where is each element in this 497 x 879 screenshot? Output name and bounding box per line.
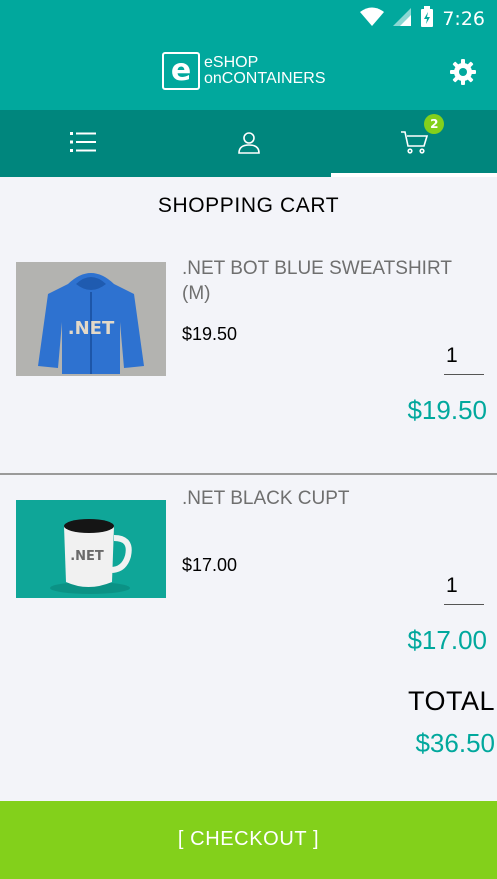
- product-name: .NET BLACK CUPT: [182, 488, 350, 509]
- app-bar: e eSHOP onCONTAINERS: [0, 36, 497, 110]
- item-divider: [0, 473, 497, 475]
- quantity-input[interactable]: 1: [444, 339, 484, 375]
- product-image-cup: .NET: [16, 500, 166, 598]
- quantity-input[interactable]: 1: [444, 569, 484, 605]
- total-label: TOTAL: [407, 686, 495, 716]
- tab-cart[interactable]: 2: [331, 110, 497, 177]
- signal-icon: [392, 7, 412, 31]
- checkout-button[interactable]: [ CHECKOUT ]: [0, 801, 497, 879]
- product-unit-price: $19.50: [182, 324, 238, 344]
- page-title: SHOPPING CART: [157, 194, 340, 217]
- logo-text: eSHOP onCONTAINERS: [204, 55, 326, 87]
- product-unit-price: $17.00: [182, 555, 238, 575]
- cart-icon: [400, 130, 429, 158]
- tab-profile[interactable]: [166, 110, 332, 177]
- settings-button[interactable]: [449, 58, 477, 86]
- wifi-icon: [360, 7, 385, 31]
- gear-icon: [449, 59, 477, 90]
- tab-catalog[interactable]: [0, 110, 166, 177]
- list-icon: [69, 131, 96, 157]
- product-line-total: $19.50: [407, 395, 487, 425]
- product-line-total: $17.00: [407, 625, 487, 655]
- sweatshirt-print: .NET: [68, 318, 115, 339]
- total-value: $36.50: [415, 728, 495, 758]
- checkout-label: [ CHECKOUT ]: [177, 827, 320, 850]
- user-icon: [237, 130, 261, 158]
- logo-line-2: onCONTAINERS: [204, 70, 326, 87]
- cart-count-badge: 2: [424, 114, 445, 134]
- logo-line-1: eSHOP: [204, 54, 259, 71]
- logo-mark: e: [162, 52, 200, 90]
- tab-bar: 2: [0, 110, 497, 177]
- cup-print: .NET: [70, 549, 104, 564]
- product-image-sweatshirt: .NET: [16, 262, 166, 376]
- app-logo: e eSHOP onCONTAINERS: [162, 52, 326, 90]
- status-time: 7:26: [442, 8, 485, 30]
- status-icons: 7:26: [360, 6, 485, 32]
- status-bar: 7:26: [0, 0, 497, 36]
- product-name: .NET BOT BLUE SWEATSHIRT (M): [182, 258, 452, 304]
- battery-charging-icon: [420, 6, 434, 32]
